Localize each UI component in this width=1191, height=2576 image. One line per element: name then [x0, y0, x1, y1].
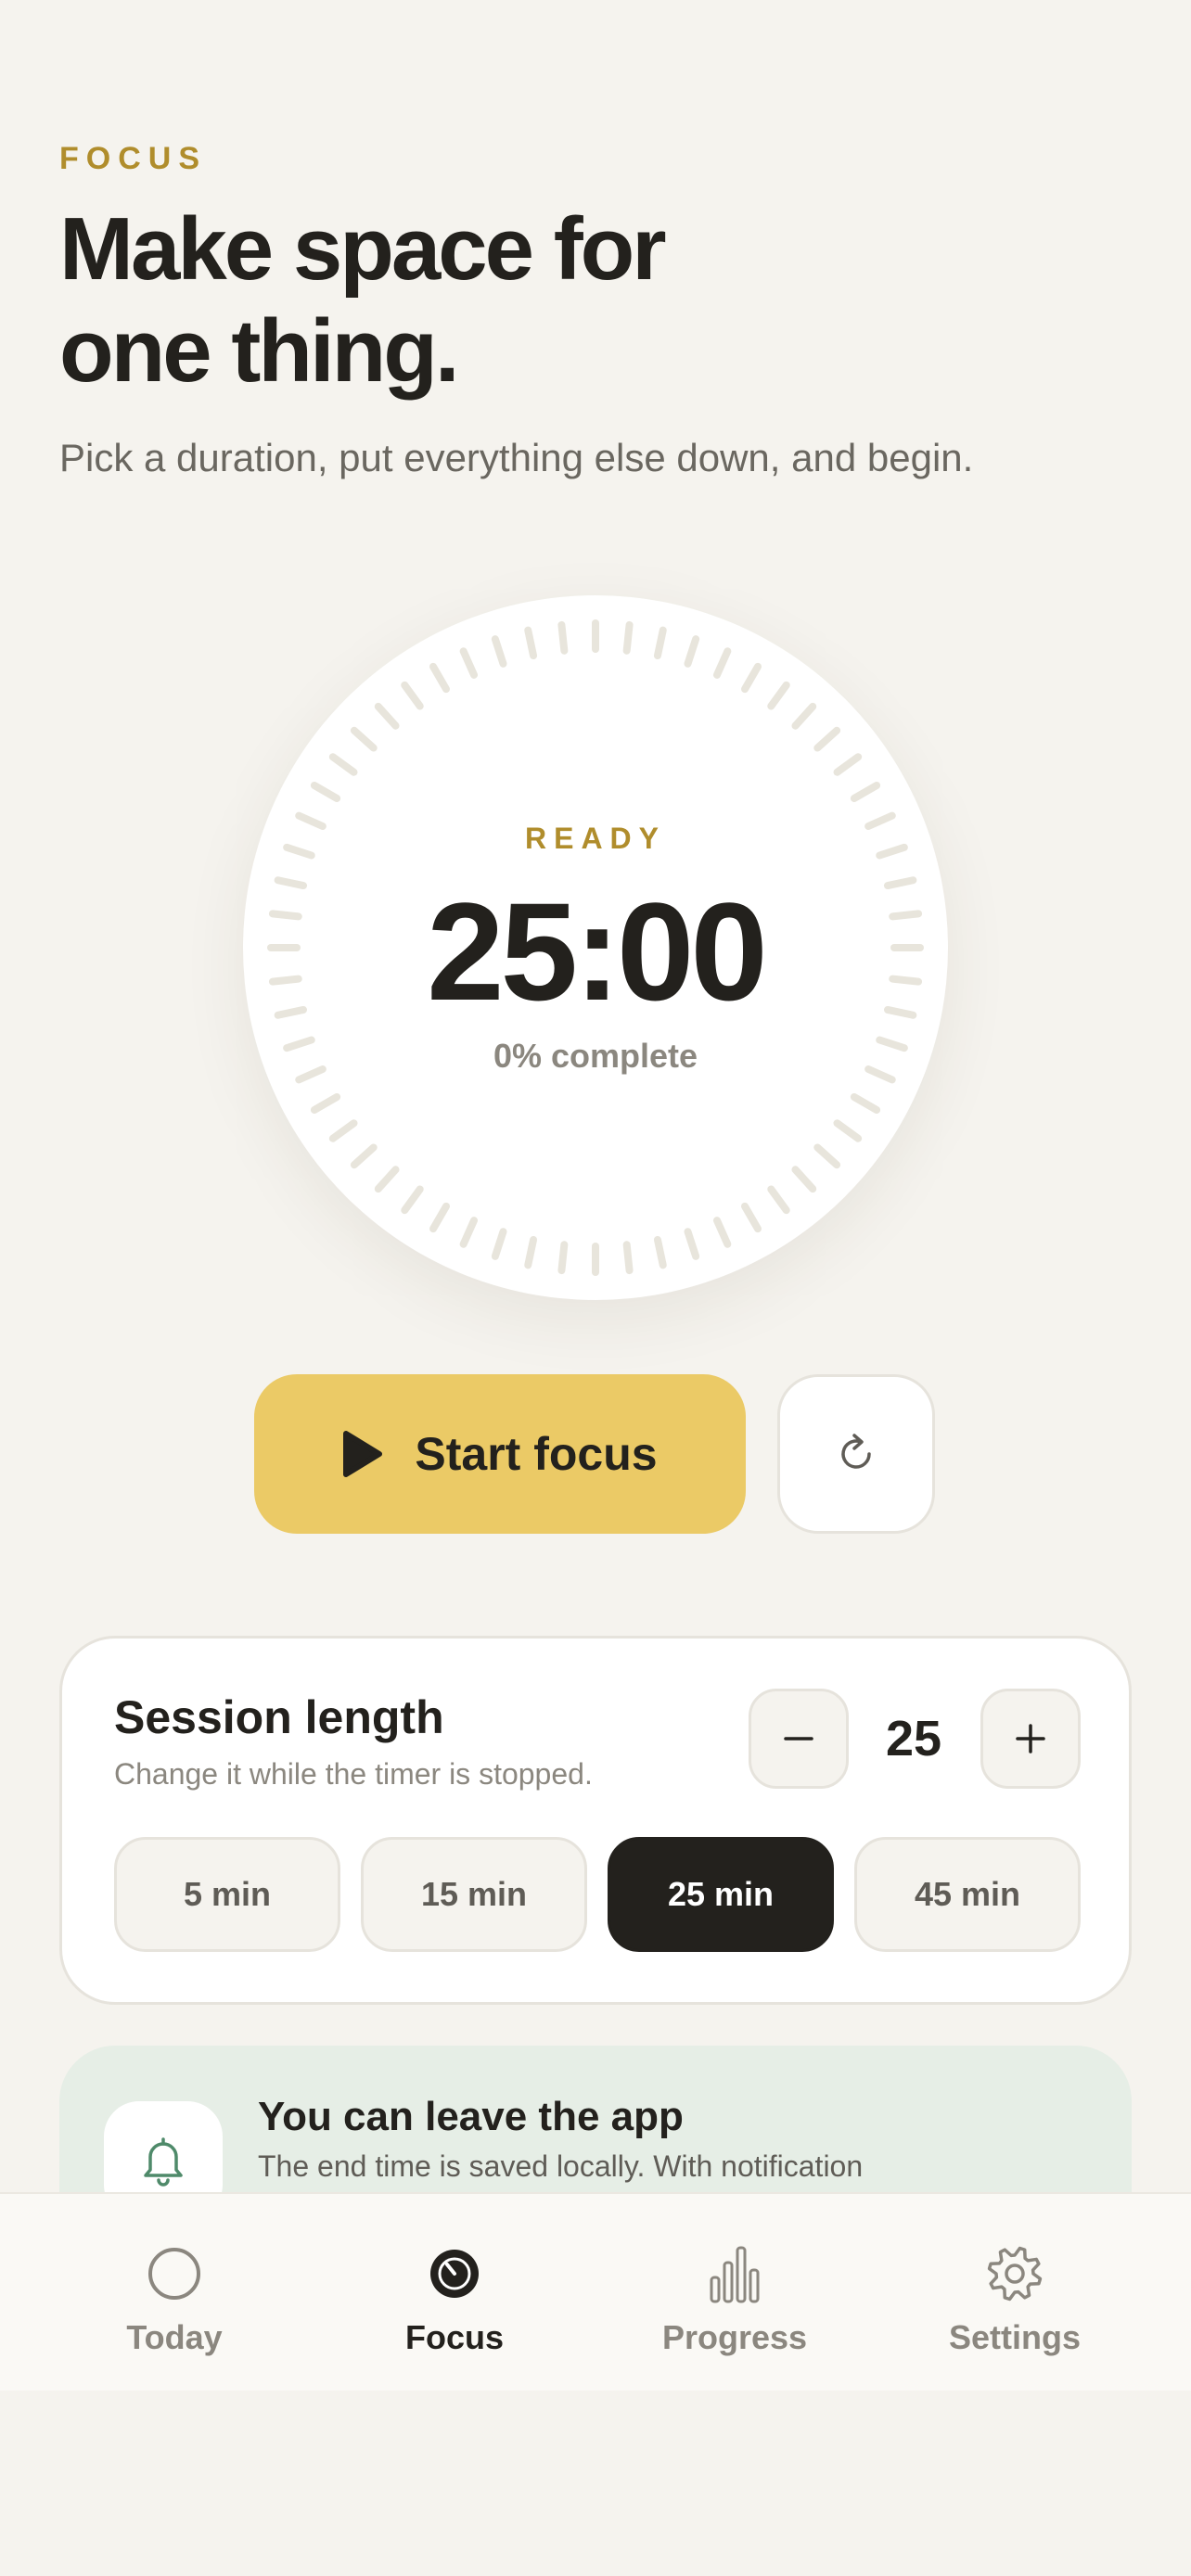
tab-settings[interactable]: Settings	[876, 2194, 1154, 2391]
notice-text: The end time is saved locally. With noti…	[258, 2149, 864, 2183]
tab-settings-label: Settings	[948, 2318, 1081, 2356]
session-length-hint: Change it while the timer is stopped.	[114, 1757, 593, 1791]
tab-today-label: Today	[126, 2318, 223, 2356]
dial-tick	[712, 647, 732, 679]
tab-focus[interactable]: Focus	[315, 2194, 594, 2391]
dial-tick	[328, 1119, 358, 1142]
increment-button[interactable]	[980, 1689, 1081, 1789]
dial-tick	[813, 1143, 841, 1169]
dial-tick	[767, 1185, 790, 1215]
dial-tick	[653, 1235, 667, 1269]
dial-tick	[741, 662, 762, 694]
play-icon	[343, 1431, 383, 1477]
page-title-line-1: Make space for	[59, 199, 667, 299]
dial-tick	[491, 635, 507, 668]
dial-tick	[491, 1228, 507, 1260]
timer-icon	[425, 2244, 484, 2303]
preset-5-min[interactable]: 5 min	[114, 1837, 340, 1952]
dial-tick	[557, 1241, 569, 1275]
preset-45-min[interactable]: 45 min	[854, 1837, 1081, 1952]
tab-focus-label: Focus	[404, 2318, 504, 2356]
dial-tick	[328, 753, 358, 776]
page-title-line-2: one thing.	[59, 301, 460, 401]
dial-tick	[374, 702, 400, 730]
tab-today[interactable]: Today	[35, 2194, 314, 2391]
session-length-card: Session length Change it while the timer…	[59, 1636, 1132, 2005]
dial-tick	[653, 626, 667, 660]
dial-tick	[850, 782, 881, 802]
dial-tick	[741, 1202, 762, 1233]
dial-tick	[401, 1185, 424, 1215]
minus-icon	[784, 1737, 813, 1741]
start-focus-button[interactable]: Start focus	[254, 1374, 746, 1534]
dial-tick	[813, 726, 841, 752]
dial-tick	[429, 662, 450, 694]
dial-tick	[350, 726, 378, 752]
dial-tick	[791, 702, 817, 730]
dial-tick	[401, 681, 424, 710]
dial-tick	[767, 681, 790, 710]
preset-15-min[interactable]: 15 min	[361, 1837, 587, 1952]
dial-tick	[310, 1093, 341, 1114]
page-eyebrow: FOCUS	[59, 141, 207, 176]
dial-tick	[791, 1166, 817, 1193]
dial-tick	[459, 1217, 479, 1248]
dial-tick	[429, 1202, 450, 1233]
timer-progress-text: 0% complete	[493, 1037, 698, 1075]
reset-button[interactable]	[777, 1374, 935, 1534]
page-title: Make space for one thing.	[59, 198, 894, 402]
gear-icon	[985, 2244, 1044, 2303]
bar-chart-icon	[705, 2244, 764, 2303]
dial-tick	[684, 635, 700, 668]
timer-display: 25:00	[427, 874, 768, 1029]
session-length-title: Session length	[114, 1691, 444, 1743]
bell-icon	[144, 2137, 183, 2187]
timer-status: READY	[524, 822, 666, 855]
dial-tick	[712, 1217, 732, 1248]
dial-tick	[684, 1228, 700, 1260]
tab-bar: Today Focus Progress Settings	[0, 2192, 1191, 2391]
dial-tick	[850, 1093, 881, 1114]
dial-tick	[622, 620, 634, 655]
dial-tick	[374, 1166, 400, 1193]
tab-progress[interactable]: Progress	[596, 2194, 874, 2391]
plus-icon	[1016, 1724, 1045, 1753]
dial-tick	[524, 1235, 538, 1269]
page-subtitle: Pick a duration, put everything else dow…	[59, 436, 974, 479]
dial-tick	[459, 647, 479, 679]
dial-tick	[524, 626, 538, 660]
dial-tick	[622, 1241, 634, 1275]
dial-tick	[350, 1143, 378, 1169]
start-focus-label: Start focus	[415, 1428, 658, 1480]
tab-progress-label: Progress	[661, 2318, 808, 2356]
dial-tick	[833, 753, 863, 776]
dial-tick	[833, 1119, 863, 1142]
refresh-icon	[841, 1434, 871, 1469]
circle-icon	[145, 2244, 204, 2303]
dial-tick	[557, 620, 569, 655]
decrement-button[interactable]	[749, 1689, 849, 1789]
dial-tick	[310, 782, 341, 802]
session-length-value: 25	[885, 1711, 942, 1766]
preset-25-min[interactable]: 25 min	[608, 1837, 834, 1952]
notice-title: You can leave the app	[258, 2094, 684, 2139]
